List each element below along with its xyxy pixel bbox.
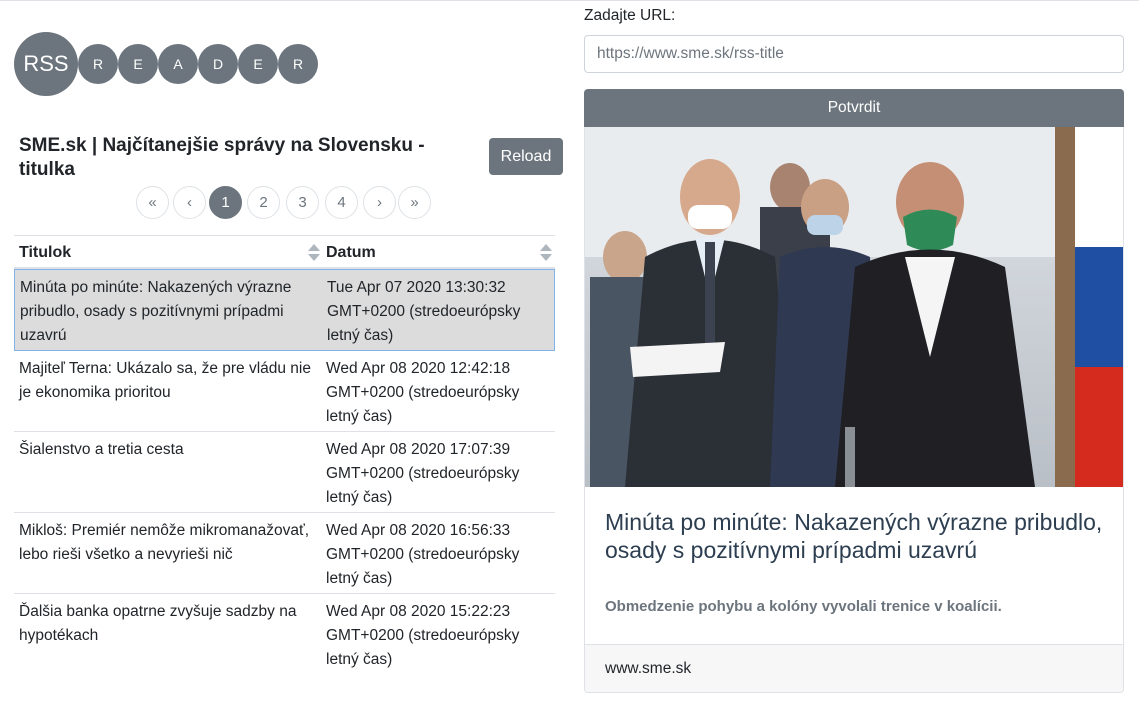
row-date: Wed Apr 08 2020 15:22:23 GMT+0200 (stred… (326, 603, 520, 668)
table-row[interactable]: Mikloš: Premiér nemôže mikromanažovať, l… (14, 513, 555, 594)
page-1-button[interactable]: 1 (209, 186, 242, 219)
row-title: Mikloš: Premiér nemôže mikromanažovať, l… (19, 522, 310, 563)
page-3-button[interactable]: 3 (286, 186, 319, 219)
article-source[interactable]: www.sme.sk (605, 660, 691, 678)
page-2-button[interactable]: 2 (247, 186, 280, 219)
logo-letter: E (118, 44, 158, 84)
prev-page-button[interactable]: ‹ (173, 186, 206, 219)
table-row[interactable]: Majiteľ Terna: Ukázalo sa, že pre vládu … (14, 351, 555, 432)
row-date: Wed Apr 08 2020 17:07:39 GMT+0200 (stred… (326, 441, 520, 506)
logo-letter: E (238, 44, 278, 84)
logo-letter: R (278, 44, 318, 84)
row-title: Majiteľ Terna: Ukázalo sa, že pre vládu … (19, 360, 311, 401)
article-card: Minúta po minúte: Nakazených výrazne pri… (584, 127, 1124, 693)
last-page-button[interactable]: » (398, 186, 431, 219)
row-title: Ďalšia banka opatrne zvyšuje sadzby na h… (19, 603, 297, 644)
logo-rss-circle: RSS (14, 32, 78, 96)
table-row[interactable]: Minúta po minúte: Nakazených výrazne pri… (14, 269, 555, 351)
table-header: Titulok Datum (14, 235, 555, 269)
confirm-button[interactable]: Potvrdit (584, 89, 1124, 127)
table-row[interactable]: Šialenstvo a tretia cesta Wed Apr 08 202… (14, 432, 555, 513)
article-image (585, 127, 1123, 487)
article-title[interactable]: Minúta po minúte: Nakazených výrazne pri… (605, 508, 1105, 564)
column-header-title[interactable]: Titulok (19, 244, 71, 262)
feed-title: SME.sk | Najčítanejšie správy na Slovens… (19, 135, 425, 180)
page-4-button[interactable]: 4 (325, 186, 358, 219)
url-input[interactable] (584, 35, 1124, 73)
table-row[interactable]: Ďalšia banka opatrne zvyšuje sadzby na h… (14, 594, 555, 675)
next-page-button[interactable]: › (363, 186, 396, 219)
row-title: Minúta po minúte: Nakazených výrazne pri… (20, 279, 292, 344)
row-title: Šialenstvo a tretia cesta (19, 441, 184, 458)
sort-icon[interactable] (308, 244, 320, 261)
articles-table: Titulok Datum Minúta po minúte: Nakazený… (14, 235, 555, 675)
row-date: Wed Apr 08 2020 16:56:33 GMT+0200 (stred… (326, 522, 520, 587)
article-footer: www.sme.sk (585, 644, 1123, 692)
row-date: Tue Apr 07 2020 13:30:32 GMT+0200 (stred… (327, 279, 521, 344)
reload-button[interactable]: Reload (489, 138, 563, 175)
sort-icon[interactable] (540, 244, 552, 261)
article-subtitle: Obmedzenie pohybu a kolóny vyvolali tren… (605, 598, 1002, 615)
row-date: Wed Apr 08 2020 12:42:18 GMT+0200 (stred… (326, 360, 520, 425)
column-header-date[interactable]: Datum (326, 244, 376, 262)
logo-letter: A (158, 44, 198, 84)
logo-letter: D (198, 44, 238, 84)
url-label: Zadajte URL: (584, 7, 676, 24)
logo-letter: R (78, 44, 118, 84)
first-page-button[interactable]: « (136, 186, 169, 219)
